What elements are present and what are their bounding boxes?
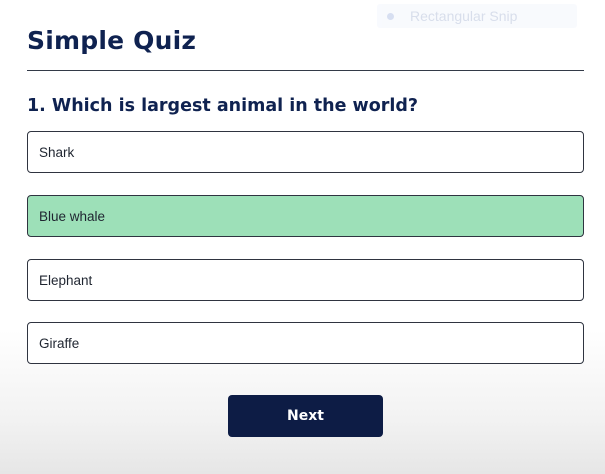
snip-mode-label: Rectangular Snip — [410, 8, 518, 24]
answer-button-giraffe[interactable]: Giraffe — [27, 322, 584, 364]
title-divider — [27, 70, 584, 71]
snip-tool-hint: Rectangular Snip — [377, 4, 577, 28]
snip-mode-icon — [387, 12, 394, 20]
quiz-title: Simple Quiz — [27, 26, 197, 55]
answer-button-elephant[interactable]: Elephant — [27, 259, 584, 301]
answer-button-shark[interactable]: Shark — [27, 131, 584, 173]
question-text: 1. Which is largest animal in the world? — [27, 96, 419, 116]
next-button[interactable]: Next — [228, 395, 383, 437]
answer-button-blue-whale[interactable]: Blue whale — [27, 195, 584, 237]
